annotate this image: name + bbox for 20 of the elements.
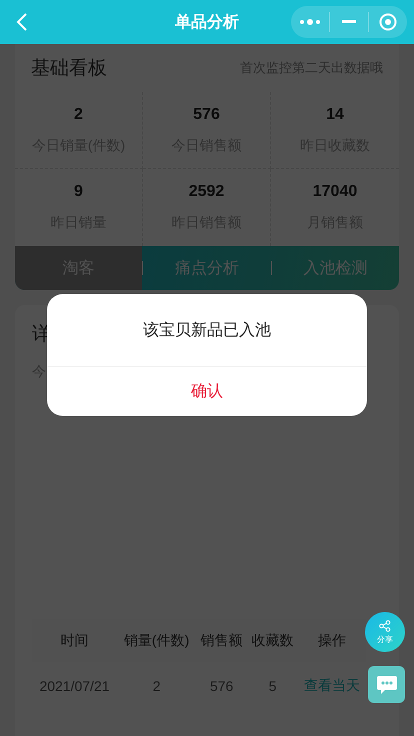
chat-button[interactable] (368, 666, 405, 703)
back-icon[interactable] (16, 12, 28, 32)
stat-value: 9 (74, 183, 83, 201)
stat-value: 576 (193, 106, 220, 124)
dialog-message: 该宝贝新品已入池 (143, 320, 271, 340)
confirm-button[interactable]: 确认 (47, 367, 367, 416)
stat-value: 14 (326, 106, 344, 124)
stat-value: 2 (74, 106, 83, 124)
view-link[interactable]: 查看当天 (298, 662, 366, 710)
tab[interactable]: 入池检测 (272, 246, 399, 290)
chat-icon (376, 674, 398, 694)
stat-value: 2592 (188, 183, 224, 201)
minimize-icon[interactable] (342, 20, 356, 24)
share-icon (379, 620, 391, 632)
stat-value: 17040 (312, 183, 358, 201)
page-title: 单品分析 (175, 14, 239, 30)
more-icon[interactable] (299, 18, 321, 26)
close-icon[interactable] (379, 13, 397, 31)
tab[interactable]: 痛点分析 (143, 246, 271, 290)
section-title: 基础看板 (31, 57, 107, 81)
